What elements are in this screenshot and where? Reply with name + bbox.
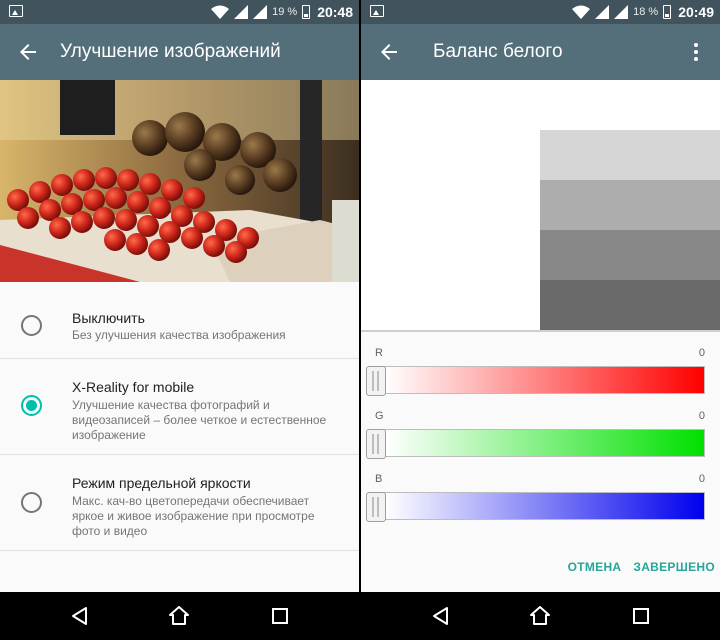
more-vert-icon[interactable] bbox=[684, 40, 708, 64]
nav-recent-icon[interactable] bbox=[631, 606, 651, 626]
radio-button[interactable] bbox=[21, 315, 42, 336]
option-off[interactable]: Выключить Без улучшения качества изображ… bbox=[0, 282, 359, 359]
rgb-sliders: R 0 G 0 B 0 bbox=[361, 332, 720, 522]
navigation-bar bbox=[0, 592, 359, 640]
option-description: Без улучшения качества изображения bbox=[72, 328, 286, 342]
gray-swatch-1 bbox=[540, 130, 720, 180]
signal-icon-2 bbox=[253, 5, 268, 19]
slider-blue: B 0 bbox=[361, 458, 720, 522]
radio-button[interactable] bbox=[21, 492, 42, 513]
navigation-bar bbox=[361, 592, 720, 640]
radio-button-selected[interactable] bbox=[21, 395, 42, 416]
option-description: Улучшение качества фотографий и видеозап… bbox=[72, 398, 327, 442]
gray-swatch-4 bbox=[540, 280, 720, 330]
tomato-photo bbox=[0, 80, 359, 282]
nav-home-icon[interactable] bbox=[169, 606, 189, 626]
back-arrow-icon[interactable] bbox=[16, 40, 40, 64]
status-bar: 18 % 20:49 bbox=[361, 0, 720, 24]
nav-home-icon[interactable] bbox=[530, 606, 550, 626]
image-notification-icon bbox=[9, 5, 23, 17]
slider-track[interactable] bbox=[368, 366, 705, 394]
dialog-actions: ОТМЕНА ЗАВЕРШЕНО bbox=[568, 560, 715, 574]
page-title: Улучшение изображений bbox=[60, 41, 281, 62]
slider-label: G bbox=[375, 410, 384, 422]
slider-value: 0 bbox=[698, 410, 705, 422]
slider-thumb[interactable] bbox=[366, 429, 386, 459]
white-balance-screen: 18 % 20:49 Баланс белого R 0 G 0 B 0 ОТМ… bbox=[361, 0, 720, 640]
wifi-icon bbox=[572, 5, 591, 19]
slider-track[interactable] bbox=[368, 492, 705, 520]
battery-icon bbox=[302, 5, 311, 19]
battery-percent: 19 % bbox=[272, 6, 298, 18]
clock: 20:48 bbox=[317, 4, 353, 20]
signal-icon-2 bbox=[614, 5, 629, 19]
nav-back-icon[interactable] bbox=[431, 606, 451, 626]
battery-icon bbox=[663, 5, 672, 19]
back-arrow-icon[interactable] bbox=[377, 40, 401, 64]
option-description: Макс. кач-во цветопередачи обеспечивает … bbox=[72, 494, 315, 538]
image-enhancement-screen: 19 % 20:48 Улучшение изображений Выключи… bbox=[0, 0, 359, 640]
screenshot-pair: 19 % 20:48 Улучшение изображений Выключи… bbox=[0, 0, 720, 640]
page-title: Баланс белого bbox=[433, 41, 563, 62]
option-x-reality[interactable]: X-Reality for mobile Улучшение качества … bbox=[0, 359, 359, 455]
nav-recent-icon[interactable] bbox=[270, 606, 290, 626]
enhancement-options: Выключить Без улучшения качества изображ… bbox=[0, 282, 359, 551]
gray-scale-preview bbox=[361, 80, 720, 332]
nav-back-icon[interactable] bbox=[70, 606, 90, 626]
status-bar: 19 % 20:48 bbox=[0, 0, 359, 24]
status-icons: 19 % 20:48 bbox=[211, 0, 353, 24]
slider-label: B bbox=[375, 473, 383, 485]
gray-swatch-3 bbox=[540, 230, 720, 280]
slider-track[interactable] bbox=[368, 429, 705, 457]
option-title: Режим предельной яркости bbox=[72, 475, 251, 491]
slider-red: R 0 bbox=[361, 332, 720, 396]
signal-icon bbox=[595, 5, 610, 19]
done-button[interactable]: ЗАВЕРШЕНО bbox=[633, 560, 715, 574]
gray-swatch-2 bbox=[540, 180, 720, 230]
signal-icon bbox=[234, 5, 249, 19]
slider-label: R bbox=[375, 347, 383, 359]
option-title: X-Reality for mobile bbox=[72, 379, 195, 395]
image-notification-icon bbox=[370, 5, 384, 17]
slider-value: 0 bbox=[698, 473, 705, 485]
slider-thumb[interactable] bbox=[366, 366, 386, 396]
battery-percent: 18 % bbox=[633, 6, 659, 18]
option-max-brightness[interactable]: Режим предельной яркости Макс. кач-во цв… bbox=[0, 455, 359, 551]
slider-value: 0 bbox=[698, 347, 705, 359]
slider-green: G 0 bbox=[361, 395, 720, 459]
option-title: Выключить bbox=[72, 310, 145, 326]
clock: 20:49 bbox=[678, 4, 714, 20]
slider-thumb[interactable] bbox=[366, 492, 386, 522]
wifi-icon bbox=[211, 5, 230, 19]
app-bar: Улучшение изображений bbox=[0, 24, 359, 80]
app-bar: Баланс белого bbox=[361, 24, 720, 80]
status-icons: 18 % 20:49 bbox=[572, 0, 714, 24]
cancel-button[interactable]: ОТМЕНА bbox=[568, 560, 622, 574]
